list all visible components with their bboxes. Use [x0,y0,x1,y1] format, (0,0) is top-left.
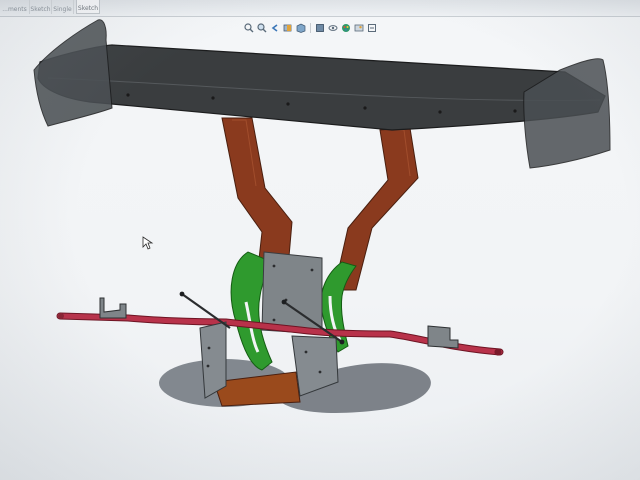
mount-hole [363,106,367,110]
right-tube-tab[interactable] [427,325,459,349]
rod-end [339,339,345,345]
mouse-cursor-icon [142,236,154,250]
mount-hole [438,110,442,114]
bolt [272,264,276,268]
mount-hole [513,109,517,113]
mount-hole [286,102,290,106]
bolt [207,346,211,350]
bolt [206,364,210,368]
wing-main-plane[interactable] [37,44,606,131]
lower-left-plate[interactable] [199,321,227,399]
left-tube-tab[interactable] [99,297,127,319]
bolt [272,318,276,322]
mount-hole [211,96,215,100]
left-endplate[interactable] [33,19,113,127]
rod-end [179,291,185,297]
tube-end-cap [494,348,502,356]
rod-end [281,299,287,305]
graphics-area[interactable] [0,0,640,480]
bolt [304,350,308,354]
left-strut[interactable] [221,117,293,269]
tube-end-cap [58,313,64,319]
cad-window: ...ments Sketch Single Sketch [0,0,640,480]
mount-hole [126,93,130,97]
bolt [318,370,322,374]
bolt [310,268,314,272]
